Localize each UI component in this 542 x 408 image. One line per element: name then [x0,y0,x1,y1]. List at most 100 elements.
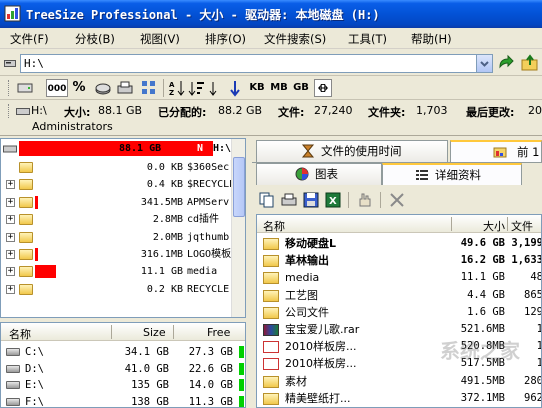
drive-row[interactable]: C:\ 34.1 GB 27.3 GB [1,344,245,360]
list-item[interactable]: 工艺图 4.4 GB 865 [257,287,541,304]
menu-view[interactable]: 视图(V) [140,31,180,47]
expand-plus-icon[interactable]: + [6,267,15,277]
drive-size: 34.1 GB [124,346,169,358]
expand-plus-icon[interactable]: + [6,180,15,190]
list-item[interactable]: 革林输出 16.2 GB 1,633 [257,252,541,269]
folder-icon [263,272,279,285]
sort-down-icon[interactable] [208,79,226,97]
watermark-text: 系统之家 [440,339,520,363]
summary-drive: H:\ [31,104,47,117]
tree-row[interactable]: +316.1MB LOGO模板 [1,246,231,263]
mb-unit-button[interactable]: MB [270,79,288,97]
folder-up-icon[interactable] [520,53,540,73]
excel-export-icon[interactable]: X [324,191,342,209]
drive-header-size[interactable]: Size [143,326,166,339]
drive-icon [16,108,30,115]
drive-size: 41.0 GB [124,362,169,375]
root-percent: N [197,143,204,154]
list-item[interactable]: 移动硬盘L 49.6 GB 3,199 [257,235,541,252]
tree-row-name: jqthumb [187,231,230,243]
tree-row[interactable]: +11.1 GB media [1,263,231,280]
printer-icon[interactable] [116,79,134,97]
tab-top[interactable]: 前 1 [450,140,542,162]
list-item[interactable]: 公司文件 1.6 GB 129 [257,304,541,321]
summary-files-label: 文件: [278,106,305,119]
disk-usage-icon[interactable] [94,79,112,97]
summary-alloc-value: 88.2 GB [218,104,263,117]
list-item[interactable]: 素材 491.5MB 280 [257,373,541,390]
list-header-size[interactable]: 大小 [483,218,505,234]
kb-unit-button[interactable]: KB [248,79,266,97]
copy-icon[interactable] [258,191,276,209]
summary-folders-label: 文件夹: [368,106,406,119]
gb-unit-button[interactable]: GB [292,79,310,97]
tree-row-size: 0.0 KB [146,162,183,173]
drive-header-free[interactable]: Free [207,326,230,339]
tree-scrollbar[interactable] [231,139,245,317]
list-item-name: 精美壁纸打... [285,391,351,405]
tree-row[interactable]: +2.0MB jqthumb [1,229,231,246]
tree-row[interactable]: 0.0 KB $360Sec [1,159,231,176]
list-header-files[interactable]: 文件 [511,218,533,234]
rar-icon [263,324,279,336]
menu-sort[interactable]: 排序(O) [205,31,246,47]
summary-modified-label: 最后更改: [466,106,515,119]
tree-row[interactable]: +0.4 KB $RECYCLE [1,176,235,193]
menu-branch[interactable]: 分枝(B) [75,31,115,47]
drive-select-icon[interactable] [16,79,34,97]
treesize-app-icon[interactable] [4,5,21,22]
expand-plus-icon[interactable]: + [6,250,15,259]
folder-icon [263,306,279,319]
menu-help[interactable]: 帮助(H) [411,31,452,47]
list-item-name: media [285,271,320,285]
print-icon[interactable] [280,191,298,209]
list-item[interactable]: media 11.1 GB 48 [257,269,541,286]
root-size-bar [19,141,213,156]
tab-chart[interactable]: 图表 [256,163,382,185]
menu-file-search[interactable]: 文件搜索(S) [264,31,326,47]
free-space-bar [239,362,244,375]
svg-text:Z: Z [169,89,174,97]
list-header-name[interactable]: 名称 [263,218,285,234]
drive-row[interactable]: D:\ 41.0 GB 22.6 GB [1,361,245,377]
expand-plus-icon[interactable]: + [6,215,15,225]
tree-row[interactable]: +341.5MB APMServ [1,194,231,211]
tab-details[interactable]: 详细资料 [382,163,522,185]
expand-plus-icon[interactable]: + [6,197,15,207]
drive-size: 135 GB [131,379,169,391]
count-mode-button[interactable]: 000 [46,79,68,97]
sort-size-icon[interactable] [188,79,206,97]
folder-icon [263,392,279,405]
refresh-arrow-icon[interactable] [497,54,515,72]
delete-x-icon[interactable] [388,191,406,209]
tree-row[interactable]: +0.2 KB RECYCLE [1,281,231,298]
tree-row[interactable]: +2.8MB cd插件 [1,211,231,228]
percent-mode-button[interactable]: % [72,79,86,97]
expand-plus-icon[interactable]: + [6,284,15,294]
tree-scroll-thumb[interactable] [233,157,245,217]
drive-header-name[interactable]: 名称 [9,326,31,342]
svg-text:A: A [169,81,175,89]
tab-file-age-label: 文件的使用时间 [321,144,402,158]
pie-chart-icon [295,167,309,181]
menu-tools[interactable]: 工具(T) [348,31,387,47]
menu-file[interactable]: 文件(F) [10,31,49,47]
list-item[interactable]: 精美壁纸打... 372.1MB 962 [257,390,541,407]
size-bar [35,265,56,279]
arrow-down-icon[interactable] [226,79,244,97]
auto-unit-icon[interactable] [314,79,332,97]
sort-az-icon[interactable]: AZ [168,79,186,97]
grid-view-icon[interactable] [140,79,158,97]
tree-root-row[interactable]: 88.1 GB N H:\ [1,140,231,157]
drive-row[interactable]: F:\ 138 GB 11.3 GB [1,394,245,407]
tab-file-age[interactable]: 文件的使用时间 [256,140,448,162]
save-icon[interactable] [302,191,320,209]
path-input[interactable]: H:\ [20,54,480,73]
drive-icon [3,145,17,153]
expand-plus-icon[interactable]: + [6,232,15,242]
path-dropdown-button[interactable] [476,54,493,73]
details-toolbar: X [256,186,542,214]
properties-hand-icon[interactable] [356,191,374,209]
list-item-size: 16.2 GB [460,254,505,267]
drive-row[interactable]: E:\ 135 GB 14.0 GB [1,377,245,393]
